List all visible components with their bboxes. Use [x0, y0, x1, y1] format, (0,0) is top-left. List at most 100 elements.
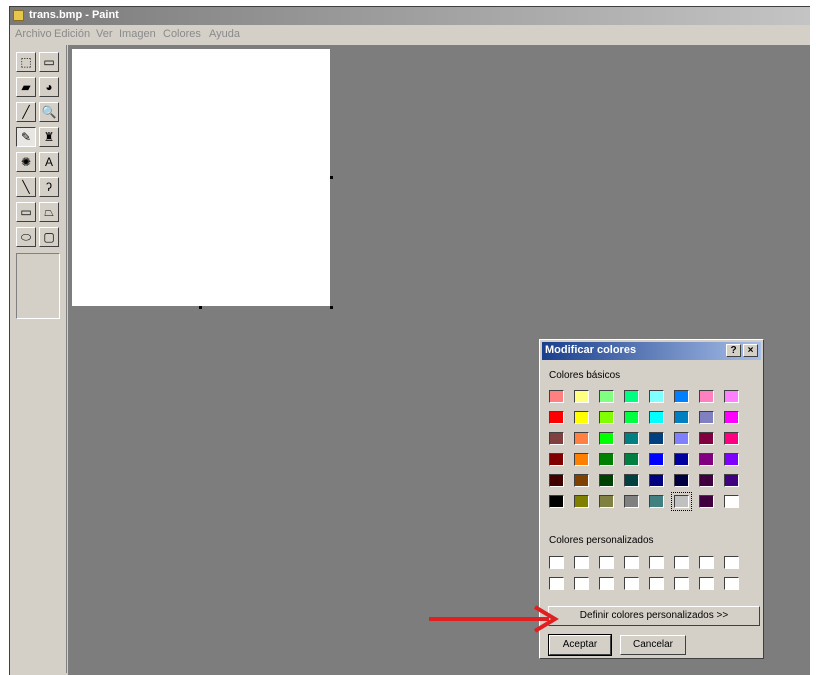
menu-ayuda[interactable]: Ayuda: [209, 28, 240, 40]
color-swatch[interactable]: [699, 411, 714, 424]
text-icon[interactable]: A: [39, 152, 59, 172]
ok-button[interactable]: Aceptar: [548, 634, 612, 656]
color-swatch[interactable]: [549, 432, 564, 445]
color-swatch[interactable]: [649, 390, 664, 403]
menu-ver[interactable]: Ver: [96, 28, 113, 40]
menu-archivo[interactable]: Archivo: [15, 28, 52, 40]
color-swatch[interactable]: [649, 411, 664, 424]
color-swatch[interactable]: [574, 432, 589, 445]
help-button[interactable]: ?: [726, 344, 741, 357]
color-swatch[interactable]: [574, 453, 589, 466]
curve-icon[interactable]: ʔ: [39, 177, 59, 197]
color-swatch[interactable]: [724, 453, 739, 466]
color-swatch[interactable]: [574, 474, 589, 487]
color-swatch[interactable]: [549, 556, 564, 569]
color-swatch[interactable]: [549, 390, 564, 403]
menu-imagen[interactable]: Imagen: [119, 28, 156, 40]
color-swatch[interactable]: [624, 432, 639, 445]
color-swatch[interactable]: [699, 390, 714, 403]
color-swatch[interactable]: [599, 453, 614, 466]
color-swatch[interactable]: [674, 577, 689, 590]
tool-options-box[interactable]: [16, 253, 60, 319]
rect-select-icon[interactable]: ▭: [39, 52, 59, 72]
color-swatch[interactable]: [549, 453, 564, 466]
color-swatch[interactable]: [724, 556, 739, 569]
color-swatch[interactable]: [599, 474, 614, 487]
paint-app-icon[interactable]: [13, 10, 24, 21]
color-swatch[interactable]: [624, 495, 639, 508]
color-swatch[interactable]: [574, 390, 589, 403]
color-swatch[interactable]: [649, 432, 664, 445]
color-swatch[interactable]: [674, 474, 689, 487]
eraser-icon[interactable]: ▰: [16, 77, 36, 97]
color-swatch[interactable]: [674, 411, 689, 424]
pencil-icon[interactable]: ✎: [16, 127, 36, 147]
color-swatch[interactable]: [574, 556, 589, 569]
color-swatch[interactable]: [699, 495, 714, 508]
color-swatch[interactable]: [574, 495, 589, 508]
color-swatch[interactable]: [649, 577, 664, 590]
color-picker-icon[interactable]: ╱: [16, 102, 36, 122]
color-swatch[interactable]: [674, 556, 689, 569]
dialog-title-bar: Modificar colores ? ×: [542, 342, 761, 360]
color-swatch[interactable]: [574, 411, 589, 424]
color-swatch[interactable]: [724, 577, 739, 590]
color-swatch[interactable]: [574, 577, 589, 590]
color-swatch[interactable]: [724, 495, 739, 508]
color-swatch[interactable]: [649, 495, 664, 508]
color-swatch[interactable]: [674, 390, 689, 403]
color-swatch[interactable]: [724, 432, 739, 445]
brush-icon[interactable]: ♜: [39, 127, 59, 147]
color-swatch[interactable]: [699, 556, 714, 569]
color-swatch[interactable]: [674, 453, 689, 466]
color-swatch[interactable]: [599, 390, 614, 403]
ellipse-icon[interactable]: ⬭: [16, 227, 36, 247]
color-swatch[interactable]: [699, 453, 714, 466]
color-swatch[interactable]: [599, 411, 614, 424]
color-swatch[interactable]: [724, 411, 739, 424]
color-swatch[interactable]: [624, 453, 639, 466]
color-swatch[interactable]: [624, 556, 639, 569]
menu-edicion[interactable]: Edición: [54, 28, 90, 40]
color-swatch[interactable]: [649, 474, 664, 487]
magnifier-icon[interactable]: 🔍: [39, 102, 59, 122]
resize-handle-bottom[interactable]: [199, 306, 202, 309]
color-swatch[interactable]: [699, 577, 714, 590]
color-swatch[interactable]: [699, 432, 714, 445]
drawing-canvas[interactable]: [72, 49, 330, 306]
color-swatch[interactable]: [671, 492, 692, 511]
airbrush-icon[interactable]: ✺: [16, 152, 36, 172]
color-swatch[interactable]: [624, 411, 639, 424]
color-swatch[interactable]: [549, 495, 564, 508]
color-swatch[interactable]: [624, 474, 639, 487]
color-swatch[interactable]: [599, 495, 614, 508]
resize-handle-right[interactable]: [330, 176, 333, 179]
cancel-button[interactable]: Cancelar: [620, 635, 686, 655]
resize-handle-corner[interactable]: [330, 306, 333, 309]
close-button[interactable]: ×: [743, 344, 758, 357]
color-swatch[interactable]: [599, 432, 614, 445]
rectangle-icon[interactable]: ▭: [16, 202, 36, 222]
color-swatch[interactable]: [549, 411, 564, 424]
polygon-icon[interactable]: ⏢: [39, 202, 59, 222]
color-swatch[interactable]: [649, 453, 664, 466]
free-select-icon[interactable]: ⬚: [16, 52, 36, 72]
color-swatch[interactable]: [599, 556, 614, 569]
annotation-arrow: [429, 605, 559, 633]
fill-bucket-icon[interactable]: ◕: [39, 77, 59, 97]
line-icon[interactable]: ╲: [16, 177, 36, 197]
color-swatch[interactable]: [549, 474, 564, 487]
color-swatch[interactable]: [549, 577, 564, 590]
color-swatch[interactable]: [599, 577, 614, 590]
menu-colores[interactable]: Colores: [163, 28, 201, 40]
color-swatch[interactable]: [699, 474, 714, 487]
color-swatch[interactable]: [624, 390, 639, 403]
color-swatch[interactable]: [724, 390, 739, 403]
rounded-rect-icon[interactable]: ▢: [39, 227, 59, 247]
color-swatch[interactable]: [649, 556, 664, 569]
color-swatch[interactable]: [724, 474, 739, 487]
color-swatch[interactable]: [624, 577, 639, 590]
define-custom-colors-button[interactable]: Definir colores personalizados >>: [548, 606, 760, 626]
color-swatch[interactable]: [674, 432, 689, 445]
basic-colors-label: Colores básicos: [549, 370, 621, 381]
